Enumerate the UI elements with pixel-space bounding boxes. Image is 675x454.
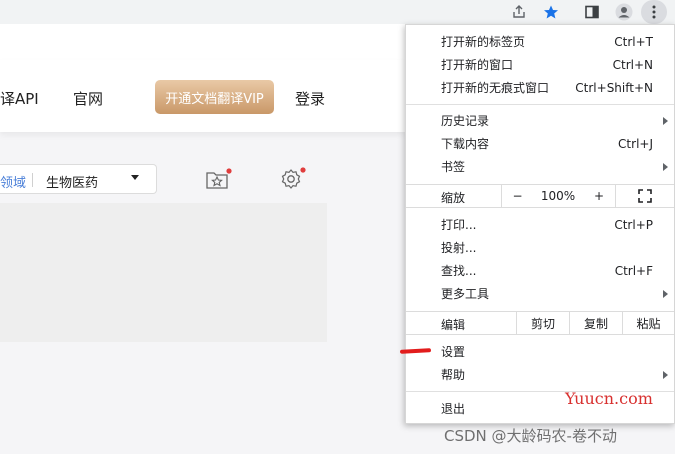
- menu-item-label: 退出: [441, 402, 466, 416]
- submenu-arrow-icon: [663, 370, 668, 379]
- menu-item-new-window[interactable]: 打开新的窗口 Ctrl+N: [406, 53, 674, 76]
- zoom-label: 缩放: [441, 191, 466, 205]
- menu-item-label: 查找...: [441, 264, 477, 278]
- csdn-watermark: CSDN @大龄码农-卷不动: [444, 427, 617, 445]
- menu-item-bookmarks[interactable]: 书签: [406, 155, 674, 178]
- edit-row: 编辑 剪切 复制 粘贴: [406, 311, 674, 335]
- bookmark-star-icon: [544, 5, 558, 19]
- bookmark-star-button[interactable]: [537, 0, 565, 24]
- menu-item-print[interactable]: 打印... Ctrl+P: [406, 213, 674, 236]
- menu-item-shortcut: Ctrl+Shift+N: [575, 80, 653, 95]
- menu-item-label: 打开新的标签页: [441, 35, 526, 49]
- menu-item-label: 设置: [441, 345, 466, 359]
- side-panel-icon: [585, 5, 599, 19]
- menu-item-label: 打印...: [441, 218, 477, 232]
- menu-item-downloads[interactable]: 下载内容 Ctrl+J: [406, 132, 674, 155]
- submenu-arrow-icon: [663, 116, 668, 125]
- browser-menu-button[interactable]: [641, 0, 667, 24]
- menu-item-label: 书签: [441, 160, 466, 174]
- zoom-out-button[interactable]: −: [501, 185, 533, 207]
- zoom-row: 缩放 − 100% +: [406, 184, 674, 208]
- cut-button[interactable]: 剪切: [516, 312, 569, 334]
- menu-item-help[interactable]: 帮助: [406, 363, 674, 386]
- side-panel-button[interactable]: [578, 0, 606, 24]
- kebab-menu-icon: [652, 5, 656, 19]
- browser-main-menu: 打开新的标签页 Ctrl+T 打开新的窗口 Ctrl+N 打开新的无痕式窗口 C…: [405, 24, 675, 424]
- menu-separator: [406, 104, 674, 105]
- login-link[interactable]: 登录: [295, 88, 325, 109]
- menu-item-label: 打开新的窗口: [441, 58, 514, 72]
- menu-item-more-tools[interactable]: 更多工具: [406, 282, 674, 305]
- menu-item-shortcut: Ctrl+J: [618, 136, 653, 151]
- domain-field-label: 领域: [0, 176, 27, 191]
- settings-gear-button[interactable]: [279, 166, 307, 192]
- vip-button[interactable]: 开通文档翻译VIP: [155, 80, 274, 114]
- menu-item-label: 打开新的无痕式窗口: [441, 81, 550, 95]
- menu-item-shortcut: Ctrl+T: [614, 34, 653, 49]
- menu-item-shortcut: Ctrl+P: [614, 217, 653, 232]
- menu-item-shortcut: Ctrl+N: [612, 57, 653, 72]
- translation-area[interactable]: [0, 203, 327, 342]
- submenu-arrow-icon: [663, 162, 668, 171]
- menu-item-find[interactable]: 查找... Ctrl+F: [406, 259, 674, 282]
- gear-icon: [281, 167, 306, 189]
- zoom-level: 100%: [540, 189, 576, 203]
- share-button[interactable]: [505, 0, 533, 24]
- menu-item-label: 投射...: [441, 241, 477, 255]
- nav-official-link[interactable]: 官网: [73, 88, 103, 109]
- menu-item-label: 更多工具: [441, 287, 490, 301]
- paste-button[interactable]: 粘贴: [622, 312, 674, 334]
- share-icon: [513, 5, 525, 18]
- edit-label: 编辑: [441, 318, 466, 332]
- copy-button[interactable]: 复制: [569, 312, 622, 334]
- menu-item-cast[interactable]: 投射...: [406, 236, 674, 259]
- zoom-in-button[interactable]: +: [583, 185, 615, 207]
- profile-icon: [615, 3, 633, 21]
- menu-item-shortcut: Ctrl+F: [614, 263, 653, 278]
- yuucn-watermark: Yuucn.com: [565, 389, 653, 408]
- site-header: 译API 官网 开通文档翻译VIP 登录: [0, 60, 405, 132]
- fullscreen-button[interactable]: [615, 185, 674, 207]
- menu-item-new-tab[interactable]: 打开新的标签页 Ctrl+T: [406, 30, 674, 53]
- menu-item-history[interactable]: 历史记录: [406, 109, 674, 132]
- menu-item-label: 历史记录: [441, 114, 490, 128]
- menu-item-label: 下载内容: [441, 137, 490, 151]
- fullscreen-icon: [638, 189, 652, 203]
- domain-value: 生物医药: [46, 176, 99, 191]
- page-top-strip: [0, 24, 405, 60]
- submenu-arrow-icon: [663, 289, 668, 298]
- menu-item-settings[interactable]: 设置: [406, 340, 674, 363]
- favorites-button[interactable]: [204, 166, 232, 192]
- menu-item-incognito[interactable]: 打开新的无痕式窗口 Ctrl+Shift+N: [406, 76, 674, 99]
- nav-api-link[interactable]: 译API: [0, 88, 39, 109]
- domain-divider: [32, 173, 33, 187]
- star-folder-icon: [206, 168, 232, 189]
- profile-button[interactable]: [610, 0, 638, 24]
- caret-down-icon: [131, 175, 139, 180]
- domain-select[interactable]: 领域 生物医药: [0, 164, 157, 194]
- browser-toolbar: [0, 0, 675, 24]
- menu-item-label: 帮助: [441, 368, 466, 382]
